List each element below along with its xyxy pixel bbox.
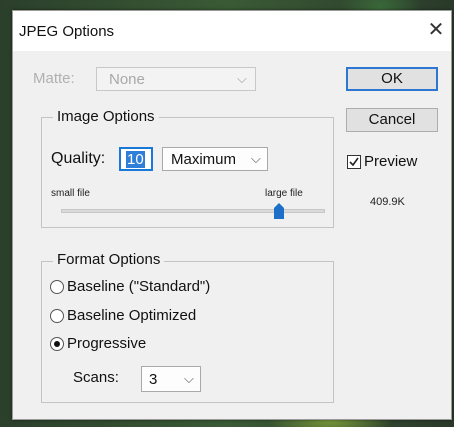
chevron-down-icon: ⌵ <box>184 371 194 386</box>
title-bar: JPEG Options ✕ <box>13 11 451 51</box>
quality-label: Quality: <box>51 150 106 167</box>
baseline-standard-label: Baseline ("Standard") <box>67 278 211 295</box>
scans-value: 3 <box>149 371 158 388</box>
matte-select[interactable]: None ⌵ <box>96 67 256 91</box>
check-icon <box>349 157 359 167</box>
format-options-legend: Format Options <box>53 251 165 268</box>
scans-label: Scans: <box>73 369 119 386</box>
radio-progressive[interactable] <box>50 337 64 351</box>
image-options-legend: Image Options <box>53 108 159 125</box>
ok-button[interactable]: OK <box>346 67 438 91</box>
dialog-title: JPEG Options <box>19 23 115 40</box>
quality-input[interactable]: 10 <box>119 147 153 171</box>
radio-baseline-optimized[interactable] <box>50 309 64 323</box>
slider-min-label: small file <box>51 188 90 199</box>
radio-baseline-standard[interactable] <box>50 280 64 294</box>
close-icon[interactable]: ✕ <box>425 19 447 41</box>
baseline-optimized-label: Baseline Optimized <box>67 307 197 324</box>
scans-select[interactable]: 3 ⌵ <box>141 366 201 392</box>
progressive-label: Progressive <box>67 335 147 352</box>
cancel-button[interactable]: Cancel <box>346 108 438 132</box>
quality-value: 10 <box>126 151 145 168</box>
matte-label: Matte: <box>33 70 75 87</box>
slider-thumb-icon <box>274 203 284 219</box>
quality-preset-select[interactable]: Maximum ⌵ <box>162 147 268 171</box>
file-size-readout: 409.9K <box>370 196 405 208</box>
preview-checkbox[interactable] <box>347 155 361 169</box>
quality-preset-value: Maximum <box>171 151 237 168</box>
slider-max-label: large file <box>265 188 303 199</box>
preview-label: Preview <box>364 153 418 170</box>
chevron-down-icon: ⌵ <box>251 151 261 166</box>
quality-slider-track[interactable] <box>61 203 325 219</box>
quality-slider-thumb[interactable] <box>274 203 284 219</box>
jpeg-options-dialog: JPEG Options ✕ Matte: None ⌵ OK Cancel P… <box>12 10 452 420</box>
chevron-down-icon: ⌵ <box>237 71 247 86</box>
matte-value: None <box>109 71 145 88</box>
